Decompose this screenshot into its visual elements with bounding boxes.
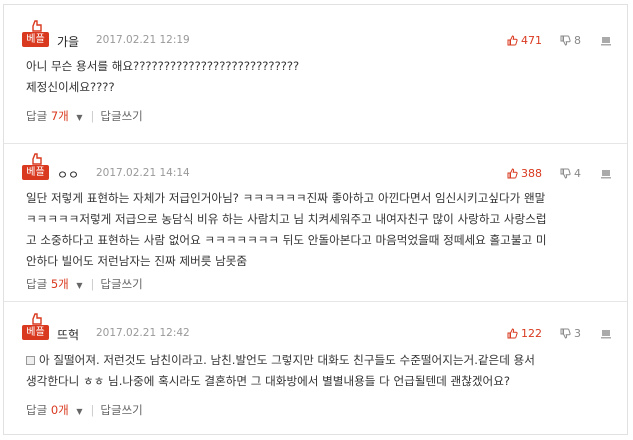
reply-toggle[interactable]: 답글 5개 ▼ bbox=[26, 276, 83, 292]
comment-body: 아니 무슨 용서를 해요??????????????????????????? … bbox=[26, 56, 612, 98]
comment-line: 생각한다니 ㅎㅎ 님.나중에 혹시라도 결혼하면 그 대화방에서 별별내용들 다… bbox=[26, 374, 511, 388]
best-tag: 베플 bbox=[22, 325, 49, 340]
thumbs-down-icon bbox=[560, 328, 571, 339]
comment-line-text: 아 질떨어져. 저런것도 남친이라고. 남친.발언도 그렇지만 대화도 친구들도… bbox=[39, 353, 535, 367]
like-button[interactable]: 388 bbox=[507, 167, 542, 180]
image-icon bbox=[26, 356, 35, 365]
comment-line: 아니 무슨 용서를 해요??????????????????????????? bbox=[26, 59, 300, 73]
comment-time: 2017.02.21 12:19 bbox=[96, 34, 190, 46]
best-tag: 베플 bbox=[22, 32, 49, 47]
write-reply-link[interactable]: 답글쓰기 bbox=[100, 402, 142, 418]
reply-count: 7개 bbox=[50, 109, 69, 123]
comment-time: 2017.02.21 12:42 bbox=[96, 327, 190, 339]
comment-author[interactable]: ㅇㅇ bbox=[57, 166, 79, 183]
best-badge: 베플 bbox=[22, 313, 50, 343]
like-button[interactable]: 471 bbox=[507, 34, 542, 47]
write-reply-link[interactable]: 답글쓰기 bbox=[100, 276, 142, 292]
reply-label: 답글 bbox=[26, 277, 48, 291]
like-count: 471 bbox=[521, 34, 542, 47]
comment-footer: 답글 7개 ▼ | 답글쓰기 bbox=[26, 108, 143, 124]
thumbs-down-icon bbox=[560, 168, 571, 179]
separator bbox=[4, 143, 627, 144]
divider: | bbox=[90, 403, 95, 417]
caret-down-icon: ▼ bbox=[76, 113, 83, 122]
divider: | bbox=[90, 109, 95, 123]
write-reply-link[interactable]: 답글쓰기 bbox=[100, 108, 142, 124]
comment-footer: 답글 0개 ▼ | 답글쓰기 bbox=[26, 402, 143, 418]
thumbs-up-icon bbox=[507, 168, 518, 179]
comment-body: 아 질떨어져. 저런것도 남친이라고. 남친.발언도 그렇지만 대화도 친구들도… bbox=[26, 350, 612, 392]
comment-line: 제정신이세요???? bbox=[26, 80, 115, 94]
dislike-button[interactable]: 8 bbox=[560, 34, 581, 47]
comment-line: 아 질떨어져. 저런것도 남친이라고. 남친.발언도 그렇지만 대화도 친구들도… bbox=[26, 350, 612, 371]
like-count: 122 bbox=[521, 327, 542, 340]
thumbs-up-icon bbox=[507, 328, 518, 339]
report-icon[interactable] bbox=[601, 169, 611, 179]
thumbs-down-icon bbox=[560, 35, 571, 46]
best-tag: 베플 bbox=[22, 165, 49, 180]
comment-author[interactable]: 가을 bbox=[57, 33, 79, 50]
dislike-button[interactable]: 3 bbox=[560, 327, 581, 340]
best-crown-icon bbox=[32, 20, 42, 32]
comment-footer: 답글 5개 ▼ | 답글쓰기 bbox=[26, 276, 143, 292]
comment-time: 2017.02.21 14:14 bbox=[96, 167, 190, 179]
comment-line: 일단 저렇게 표현하는 자체가 저급인거아님? ㅋㅋㅋㅋㅋㅋ진짜 좋아하고 아낀… bbox=[26, 191, 546, 205]
best-crown-icon bbox=[32, 313, 42, 325]
caret-down-icon: ▼ bbox=[76, 407, 83, 416]
reply-label: 답글 bbox=[26, 403, 48, 417]
dislike-count: 8 bbox=[574, 34, 581, 47]
report-icon[interactable] bbox=[601, 329, 611, 339]
reply-count: 5개 bbox=[50, 277, 69, 291]
dislike-button[interactable]: 4 bbox=[560, 167, 581, 180]
caret-down-icon: ▼ bbox=[76, 281, 83, 290]
best-crown-icon bbox=[32, 153, 42, 165]
best-badge: 베플 bbox=[22, 20, 50, 50]
comment-list: 베플 가을 2017.02.21 12:19 471 8 아니 무슨 용서를 해… bbox=[3, 4, 628, 435]
like-button[interactable]: 122 bbox=[507, 327, 542, 340]
comment-line: ㅋㅋㅋㅋㅋ저렇게 저급으로 농담식 비유 하는 사람치고 님 치켜세워주고 내여… bbox=[26, 212, 547, 226]
like-count: 388 bbox=[521, 167, 542, 180]
reply-toggle[interactable]: 답글 0개 ▼ bbox=[26, 402, 83, 418]
reply-toggle[interactable]: 답글 7개 ▼ bbox=[26, 108, 83, 124]
comment-line: 안하다 빌어도 저런남자는 진짜 제버릇 남못줌 bbox=[26, 254, 248, 268]
comment-line: 고 소중하다고 표현하는 사람 없어요 ㅋㅋㅋㅋㅋㅋㅋ 뒤도 안돌아본다고 마음… bbox=[26, 233, 547, 247]
divider: | bbox=[90, 277, 95, 291]
reply-count: 0개 bbox=[50, 403, 69, 417]
separator bbox=[4, 301, 627, 302]
report-icon[interactable] bbox=[601, 36, 611, 46]
dislike-count: 4 bbox=[574, 167, 581, 180]
reply-label: 답글 bbox=[26, 109, 48, 123]
comment-body: 일단 저렇게 표현하는 자체가 저급인거아님? ㅋㅋㅋㅋㅋㅋ진짜 좋아하고 아낀… bbox=[26, 188, 612, 272]
best-badge: 베플 bbox=[22, 153, 50, 183]
dislike-count: 3 bbox=[574, 327, 581, 340]
thumbs-up-icon bbox=[507, 35, 518, 46]
comment-author[interactable]: 뜨헉 bbox=[57, 326, 79, 343]
